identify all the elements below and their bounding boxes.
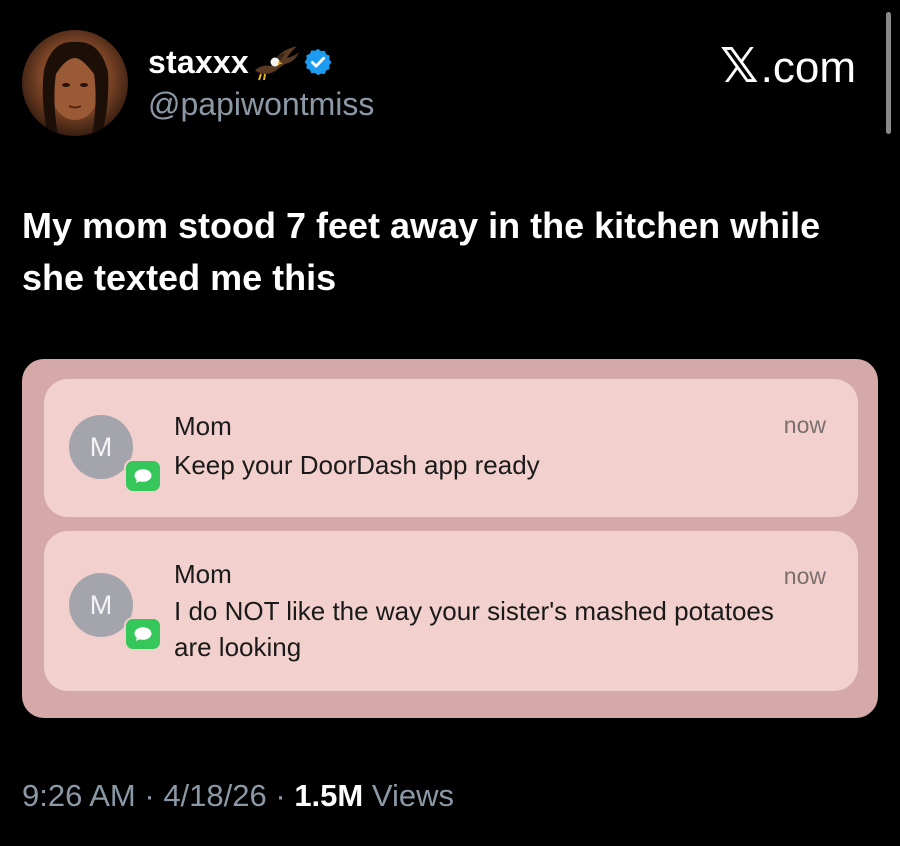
x-logo-icon: 𝕏 [719,40,759,93]
tweet-time[interactable]: 9:26 AM [22,778,136,813]
notification-card: M Mom now I do NOT like the way your sis… [44,531,858,691]
site-label-text: .com [760,43,856,92]
views-count[interactable]: 1.5M [294,778,363,813]
site-label: 𝕏 .com [720,38,856,94]
messages-icon [124,617,162,651]
tweet-media-image[interactable]: M Mom now Keep your DoorDash app ready M… [22,359,878,718]
notification-time: now [783,563,826,589]
notification-sender: Mom [174,559,232,589]
tweet-text: My mom stood 7 feet away in the kitchen … [22,205,821,298]
scrollbar[interactable] [886,12,891,134]
notification-message: I do NOT like the way your sister's mash… [174,596,774,662]
messages-icon [124,459,162,493]
eagle-emoji-icon [254,46,299,81]
tweet-date[interactable]: 4/18/26 [163,778,266,813]
author-avatar[interactable] [22,30,128,136]
author-name-row: staxxx [148,42,333,82]
views-label: Views [371,778,454,813]
notification-time: now [783,412,826,438]
avatar-portrait-image [42,41,109,136]
author-handle[interactable]: @papiwontmiss [148,86,374,123]
verified-badge-icon[interactable] [303,47,333,77]
meta-separator: · [266,778,295,813]
notification-message: Keep your DoorDash app ready [174,450,540,480]
notification-card: M Mom now Keep your DoorDash app ready [44,379,858,517]
tweet-meta: 9:26 AM · 4/18/26 · 1.5M Views [22,778,454,814]
author-display-name[interactable]: staxxx [148,44,249,81]
meta-separator: · [135,778,164,813]
notification-sender: Mom [174,411,232,441]
